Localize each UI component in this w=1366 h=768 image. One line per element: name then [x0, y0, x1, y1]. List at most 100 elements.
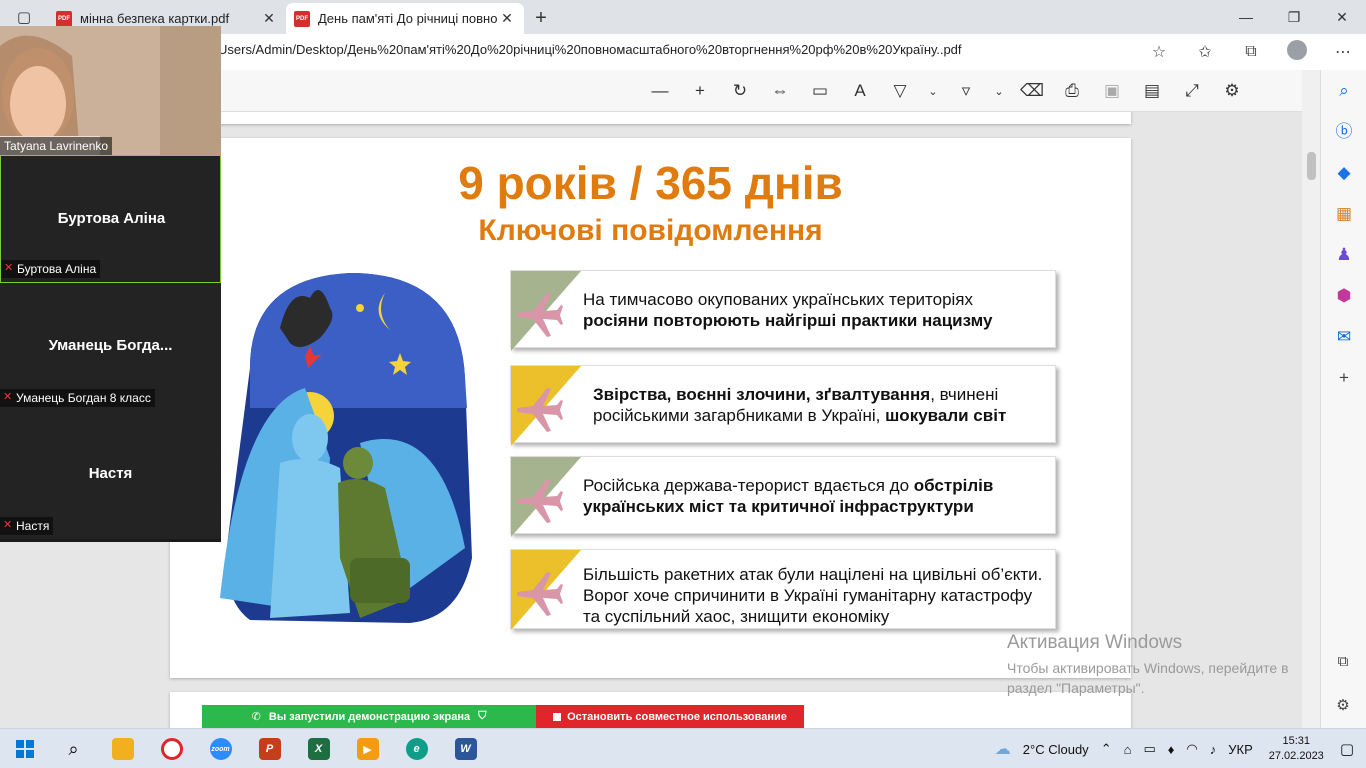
volume-icon[interactable]: ♪: [1204, 742, 1223, 757]
edge-icon[interactable]: e: [392, 729, 441, 768]
collections-icon[interactable]: ⧉: [1228, 43, 1274, 61]
add-icon[interactable]: +: [1321, 357, 1366, 398]
message-text: Звірства, воєнні злочини, зґвалтування, …: [593, 385, 1007, 425]
restore-icon[interactable]: ❐: [1270, 0, 1318, 34]
windows-activation-watermark: Активация Windows Чтобы активировать Win…: [1007, 632, 1289, 696]
share-status[interactable]: ✆ Вы запустили демонстрацию экрана ⛉: [202, 705, 536, 728]
participant-name-tag: ✕ Уманець Богдан 8 класс: [0, 389, 155, 407]
split-screen-icon[interactable]: ⧉: [1320, 640, 1366, 684]
previous-page: [170, 112, 1131, 124]
more-icon[interactable]: ⋯: [1320, 42, 1366, 62]
angel-soldier-illustration: [220, 273, 472, 623]
url-field[interactable]: Users/Admin/Desktop/День%20пам'яті%20До%…: [218, 42, 962, 57]
fullscreen-icon[interactable]: ⤢: [1172, 81, 1212, 101]
profile-icon[interactable]: [1274, 39, 1320, 65]
participant-video[interactable]: Tatyana Lavrinenko: [0, 26, 221, 155]
participant-display-name: Уманець Богда...: [48, 337, 173, 354]
tools-icon[interactable]: ▦: [1321, 193, 1366, 234]
search-icon[interactable]: ⌕: [1321, 70, 1366, 111]
pdf-icon: PDF: [294, 10, 310, 27]
plane-icon: [517, 479, 563, 523]
muted-mic-icon: ✕: [4, 262, 14, 274]
excel-icon[interactable]: X: [294, 729, 343, 768]
message-card-1: На тимчасово окупованих українських тери…: [510, 270, 1056, 351]
eraser-icon[interactable]: ⌫: [1012, 81, 1052, 101]
save-icon[interactable]: ▣: [1092, 81, 1132, 101]
weather-text[interactable]: 2°C Cloudy: [1017, 742, 1095, 757]
notifications-icon[interactable]: ▢: [1334, 740, 1366, 758]
shopping-tag-icon[interactable]: ◆: [1321, 152, 1366, 193]
word-icon[interactable]: W: [441, 729, 490, 768]
outlook-icon[interactable]: ✉: [1321, 316, 1366, 357]
chevron-down-icon[interactable]: ⌄: [920, 85, 946, 98]
zoom-out-icon[interactable]: —: [640, 81, 680, 101]
page-view-icon[interactable]: ▭: [800, 81, 840, 101]
participant-name-tag: ✕ Настя: [0, 517, 54, 535]
favorites-icon[interactable]: ✩: [1182, 42, 1228, 62]
phone-icon: ✆: [251, 711, 261, 723]
zoom-in-icon[interactable]: +: [680, 81, 720, 101]
media-player-icon[interactable]: ▶: [343, 729, 392, 768]
read-aloud-icon[interactable]: A: [840, 81, 880, 101]
powerpoint-icon[interactable]: P: [245, 729, 294, 768]
add-favorite-icon[interactable]: ☆: [1136, 42, 1182, 62]
participant-name-tag: ✕ Буртова Аліна: [1, 260, 101, 278]
chevron-down-icon[interactable]: ⌄: [986, 85, 1012, 98]
print-icon[interactable]: ⎙: [1052, 81, 1092, 101]
address-actions: ☆ ✩ ⧉ ⋯: [1136, 34, 1366, 70]
settings-gear-icon[interactable]: ⚙: [1212, 81, 1252, 101]
language-indicator[interactable]: УКР: [1222, 742, 1259, 757]
participant-display-name: Настя: [88, 465, 133, 482]
office-icon[interactable]: ⬢: [1321, 275, 1366, 316]
stop-share-button[interactable]: Остановить совместное использование: [536, 705, 804, 728]
bing-chat-icon[interactable]: ⓑ: [1321, 111, 1366, 152]
rotate-icon[interactable]: ↻: [720, 81, 760, 101]
wifi-icon[interactable]: ◠: [1180, 741, 1203, 757]
search-icon[interactable]: ⌕: [49, 729, 98, 768]
scroll-thumb[interactable]: [1307, 152, 1316, 180]
sidebar-bottom: ⧉ ⚙: [1320, 640, 1366, 728]
draw-icon[interactable]: ▿: [946, 81, 986, 101]
edge-sidebar: ⌕ ⓑ ◆ ▦ ♟ ⬢ ✉ +: [1320, 70, 1366, 728]
weather-cloud-icon[interactable]: ☁: [989, 739, 1017, 759]
highlight-icon[interactable]: ▽: [880, 81, 920, 101]
shield-icon: ⛉: [478, 710, 487, 722]
participant-face: [0, 26, 221, 155]
message-card-3: Російська держава-терорист вдається до о…: [510, 456, 1056, 537]
plane-icon: [517, 388, 563, 432]
plane-icon: [517, 572, 563, 616]
close-icon[interactable]: ✕: [260, 10, 278, 27]
start-windows-icon[interactable]: [0, 729, 49, 768]
battery-icon[interactable]: ▭: [1137, 741, 1161, 757]
minimize-icon[interactable]: —: [1222, 0, 1270, 34]
opera-icon[interactable]: [147, 729, 196, 768]
message-card-4: Більшість ракетних атак були націлені на…: [510, 549, 1056, 630]
file-explorer-icon[interactable]: [98, 729, 147, 768]
tab-label: мінна безпека картки.pdf: [80, 11, 230, 26]
fit-width-icon[interactable]: ⇔: [760, 81, 800, 101]
chevron-up-icon[interactable]: ⌃: [1095, 741, 1118, 757]
pdf-page: 9 років / 365 днів Ключові повідомлення …: [170, 138, 1131, 678]
message-card-2: Звірства, воєнні злочини, зґвалтування, …: [510, 365, 1056, 446]
new-tab-button[interactable]: +: [524, 3, 558, 34]
muted-mic-icon: ✕: [3, 391, 13, 403]
participant-tile[interactable]: Настя ✕ Настя: [0, 411, 221, 539]
participant-tile[interactable]: Уманець Богда... ✕ Уманець Богдан 8 класс: [0, 283, 221, 411]
close-window-icon[interactable]: ✕: [1318, 0, 1366, 34]
vertical-scrollbar[interactable]: [1302, 70, 1320, 728]
tab-memory-day[interactable]: PDF День пам'яті До річниці повном ✕: [286, 3, 524, 34]
sidebar-settings-icon[interactable]: ⚙: [1320, 684, 1366, 728]
muted-mic-icon: ✕: [3, 519, 13, 531]
close-icon[interactable]: ✕: [498, 10, 516, 27]
games-icon[interactable]: ♟: [1321, 234, 1366, 275]
participant-tile[interactable]: Буртова Аліна ✕ Буртова Аліна: [0, 155, 221, 283]
save-as-icon[interactable]: ▤: [1132, 81, 1172, 101]
message-text: На тимчасово окупованих українських тери…: [583, 290, 993, 330]
mic-icon[interactable]: ♦: [1162, 742, 1181, 757]
zoom-app-icon[interactable]: zoom: [196, 729, 245, 768]
usb-icon[interactable]: ⌂: [1118, 742, 1138, 757]
zoom-share-bar: ✆ Вы запустили демонстрацию экрана ⛉ Остан…: [202, 705, 804, 728]
slide-subtitle: Ключові повідомлення: [478, 214, 823, 247]
clock[interactable]: 15:31 27.02.2023: [1259, 734, 1334, 764]
participant-display-name: Буртова Аліна: [57, 210, 166, 227]
